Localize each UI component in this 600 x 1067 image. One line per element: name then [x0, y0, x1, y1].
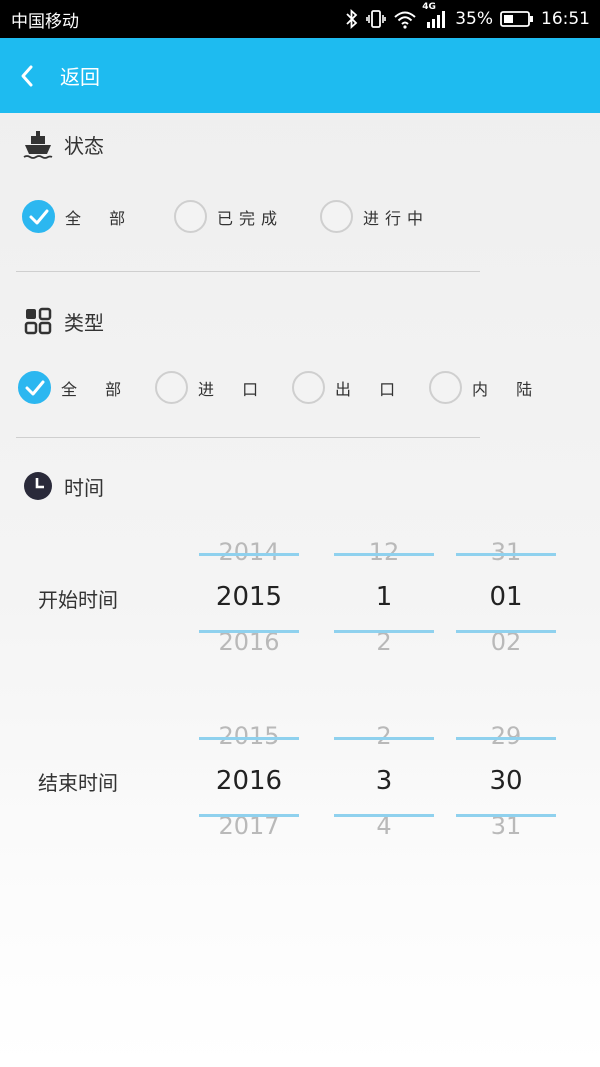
status-option-in-progress[interactable]: 进行中 — [320, 200, 429, 233]
radio-unchecked-icon — [320, 200, 353, 233]
radio-label: 内 陆 — [472, 379, 539, 399]
picker-current-value: 3 — [375, 766, 393, 796]
picker-prev-value: 2 — [376, 722, 392, 750]
end-month-picker[interactable]: 2 3 4 — [334, 714, 434, 848]
status-section-label: 状态 — [64, 133, 104, 158]
start-time-label: 开始时间 — [38, 588, 118, 612]
picker-next-value: 4 — [376, 812, 392, 840]
picker-next-value: 2016 — [218, 628, 280, 656]
picker-divider-line — [456, 737, 556, 740]
type-section-label: 类型 — [64, 310, 104, 335]
status-bar: 中国移动 4G 35% 16:51 — [0, 0, 600, 38]
radio-checked-icon — [22, 200, 55, 233]
start-year-picker[interactable]: 2014 2015 2016 — [199, 530, 299, 664]
end-day-picker[interactable]: 29 30 31 — [456, 714, 556, 848]
picker-prev-value: 2014 — [218, 538, 280, 566]
type-section-title: 类型 — [22, 305, 104, 337]
picker-current-value: 30 — [489, 766, 523, 796]
clock-time: 16:51 — [541, 9, 590, 29]
picker-divider-line — [199, 630, 299, 633]
signal-icon: 4G — [422, 2, 448, 29]
radio-checked-icon — [18, 371, 51, 404]
picker-next-value: 31 — [490, 812, 522, 840]
radio-label: 出 口 — [335, 379, 402, 399]
status-option-all[interactable]: 全 部 — [22, 200, 131, 233]
picker-prev-value: 29 — [490, 722, 522, 750]
picker-prev-value: 2015 — [218, 722, 280, 750]
picker-next-value: 2 — [376, 628, 392, 656]
radio-label: 已完成 — [217, 208, 284, 228]
back-chevron-icon[interactable] — [8, 56, 48, 96]
picker-divider-line — [334, 553, 434, 556]
picker-current-value: 2015 — [215, 582, 283, 612]
time-section-label: 时间 — [64, 475, 104, 500]
status-icons: 4G 35% 16:51 — [345, 2, 590, 29]
status-option-completed[interactable]: 已完成 — [174, 200, 283, 233]
start-month-picker[interactable]: 12 1 2 — [334, 530, 434, 664]
grid-icon — [22, 305, 54, 337]
divider — [16, 271, 480, 272]
header-bar: 返回 — [0, 38, 600, 113]
picker-divider-line — [199, 814, 299, 817]
battery-percent: 35% — [455, 9, 493, 29]
network-type: 4G — [422, 2, 436, 12]
ship-icon — [22, 128, 54, 160]
picker-divider-line — [199, 553, 299, 556]
battery-icon — [500, 10, 534, 28]
picker-divider-line — [334, 814, 434, 817]
back-button[interactable]: 返回 — [60, 61, 100, 90]
picker-prev-value: 31 — [490, 538, 522, 566]
picker-divider-line — [334, 737, 434, 740]
picker-current-value: 01 — [489, 582, 523, 612]
end-year-picker[interactable]: 2015 2016 2017 — [199, 714, 299, 848]
picker-divider-line — [456, 553, 556, 556]
picker-divider-line — [334, 630, 434, 633]
type-option-export[interactable]: 出 口 — [292, 371, 401, 404]
radio-label: 全 部 — [65, 208, 132, 228]
vibrate-icon — [366, 9, 387, 29]
start-day-picker[interactable]: 31 01 02 — [456, 530, 556, 664]
type-option-all[interactable]: 全 部 — [18, 371, 127, 404]
picker-divider-line — [199, 737, 299, 740]
bluetooth-icon — [345, 9, 359, 29]
radio-unchecked-icon — [429, 371, 462, 404]
radio-label: 进 口 — [198, 379, 265, 399]
radio-unchecked-icon — [155, 371, 188, 404]
picker-divider-line — [456, 814, 556, 817]
picker-prev-value: 12 — [368, 538, 400, 566]
type-option-import[interactable]: 进 口 — [155, 371, 264, 404]
radio-label: 进行中 — [363, 208, 430, 228]
radio-label: 全 部 — [61, 379, 128, 399]
radio-unchecked-icon — [174, 200, 207, 233]
wifi-icon — [393, 9, 417, 29]
picker-next-value: 02 — [490, 628, 522, 656]
divider — [16, 437, 480, 438]
picker-divider-line — [456, 630, 556, 633]
picker-current-value: 1 — [375, 582, 393, 612]
carrier-label: 中国移动 — [11, 11, 79, 32]
end-time-label: 结束时间 — [38, 771, 118, 795]
radio-unchecked-icon — [292, 371, 325, 404]
picker-next-value: 2017 — [218, 812, 280, 840]
picker-current-value: 2016 — [215, 766, 283, 796]
clock-icon — [22, 470, 54, 502]
status-section-title: 状态 — [22, 128, 104, 160]
time-section-title: 时间 — [22, 470, 104, 502]
type-option-inland[interactable]: 内 陆 — [429, 371, 538, 404]
